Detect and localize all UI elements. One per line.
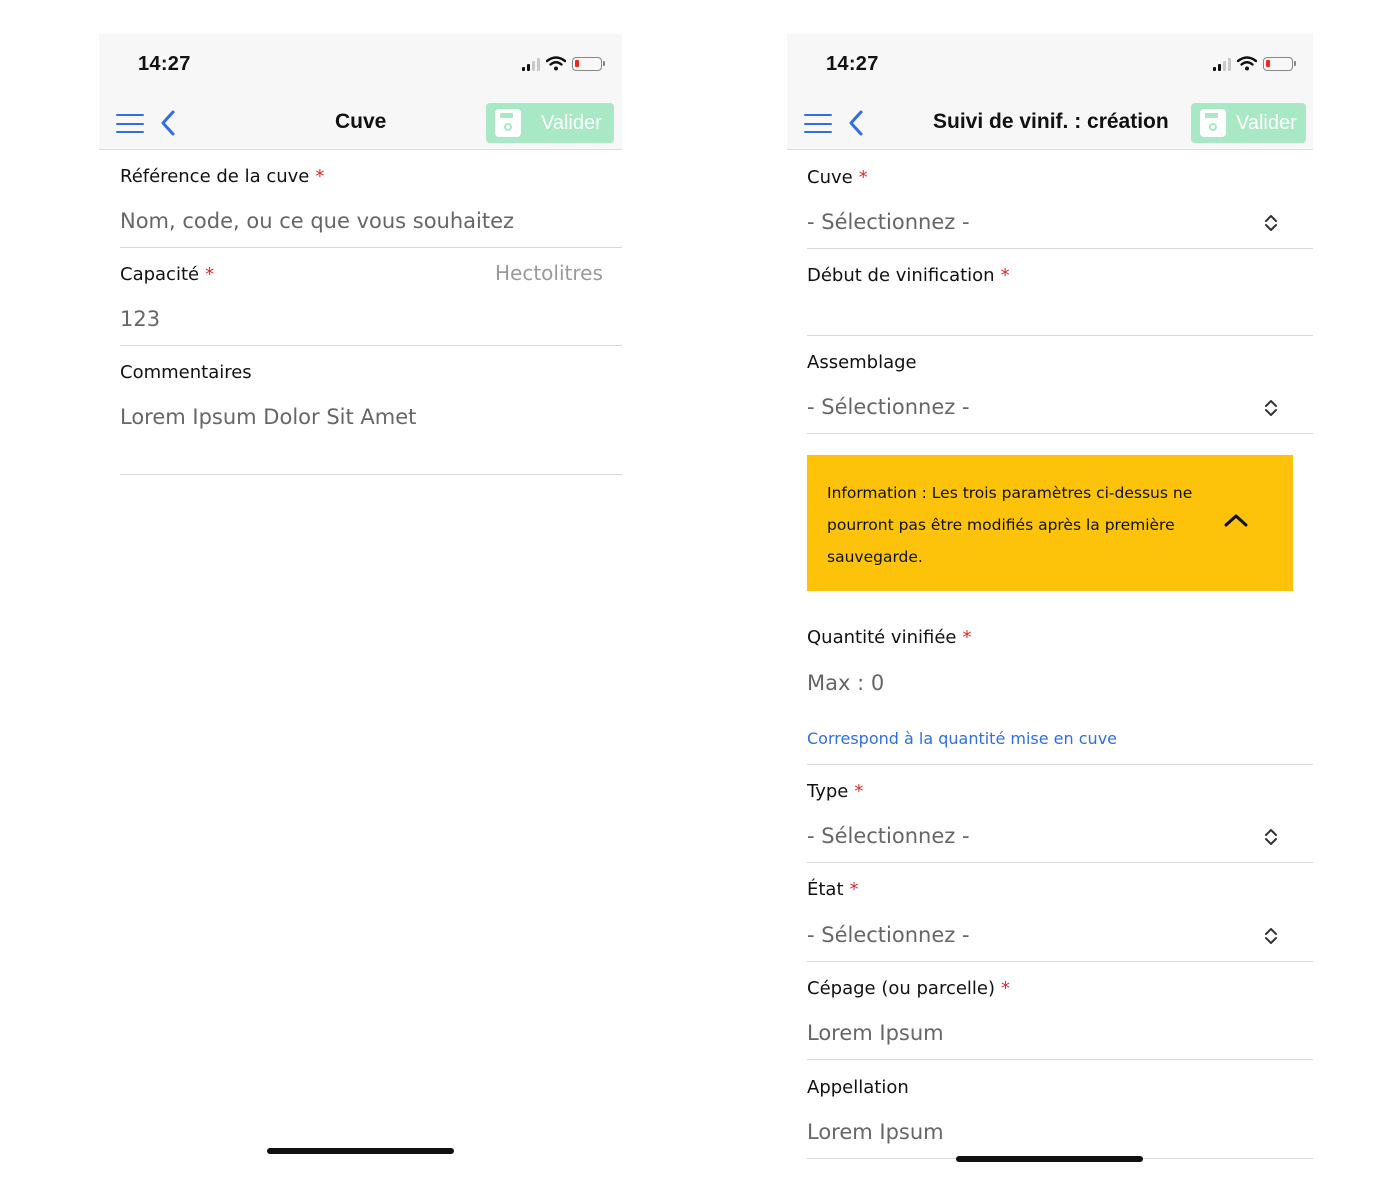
required-mark: * (205, 264, 215, 285)
type-label-text: Type (807, 781, 849, 802)
reference-input[interactable]: Nom, code, ou ce que vous souhaitez (120, 209, 514, 233)
cepage-label: Cépage (ou parcelle) * (807, 978, 1010, 999)
battery-low-icon (1263, 56, 1296, 71)
valider-button[interactable]: Valider (486, 103, 614, 143)
field-divider (120, 345, 622, 346)
info-text: Information : Les trois paramètres ci-de… (827, 484, 1193, 566)
home-indicator (267, 1148, 454, 1154)
field-divider (807, 335, 1313, 336)
assemblage-label: Assemblage (807, 352, 917, 373)
floppy-disk-icon (1200, 109, 1226, 137)
etat-label: État * (807, 879, 859, 900)
quantite-input[interactable]: Max : 0 (807, 671, 884, 695)
chevron-up-icon[interactable] (1223, 512, 1249, 528)
appellation-input[interactable]: Lorem Ipsum (807, 1120, 944, 1144)
status-time: 14:27 (138, 53, 191, 75)
debut-vinification-input[interactable] (807, 298, 1293, 328)
cuve-label-text: Cuve (807, 167, 853, 188)
required-mark: * (1000, 265, 1010, 286)
up-down-chevron-icon[interactable] (1264, 398, 1278, 418)
field-divider (807, 1059, 1313, 1060)
quantite-label-text: Quantité vinifiée (807, 627, 957, 648)
cuve-select[interactable]: - Sélectionnez - (807, 210, 970, 234)
etat-select[interactable]: - Sélectionnez - (807, 923, 970, 947)
cuve-label: Cuve * (807, 167, 868, 188)
phone-screen-suivi-vinif: 14:27 Suivi de vinif. : création Valider… (787, 34, 1313, 1174)
quantite-label: Quantité vinifiée * (807, 627, 971, 648)
commentaires-input[interactable]: Lorem Ipsum Dolor Sit Amet (120, 405, 416, 429)
battery-low-icon (572, 56, 605, 71)
cepage-label-text: Cépage (ou parcelle) (807, 978, 996, 999)
required-mark: * (315, 166, 325, 187)
field-divider (807, 764, 1313, 765)
home-indicator (956, 1156, 1143, 1162)
chevron-left-icon[interactable] (847, 109, 865, 137)
nav-header: 14:27 Cuve Valider (99, 34, 622, 150)
reference-label: Référence de la cuve * (120, 166, 324, 187)
page-title: Suivi de vinif. : création (933, 110, 1169, 133)
type-select[interactable]: - Sélectionnez - (807, 824, 970, 848)
commentaires-label: Commentaires (120, 362, 252, 383)
required-mark: * (858, 167, 868, 188)
debut-label-text: Début de vinification (807, 265, 995, 286)
capacite-input[interactable]: 123 (120, 307, 160, 331)
hamburger-menu-icon[interactable] (804, 114, 832, 133)
phone-screen-cuve: 14:27 Cuve Valider Référence de la cuve *… (99, 34, 622, 1174)
wifi-icon (1237, 56, 1257, 71)
capacite-label: Capacité * (120, 264, 214, 285)
up-down-chevron-icon[interactable] (1264, 926, 1278, 946)
assemblage-select[interactable]: - Sélectionnez - (807, 395, 970, 419)
appellation-label: Appellation (807, 1077, 909, 1098)
info-banner: Information : Les trois paramètres ci-de… (807, 455, 1293, 591)
floppy-disk-icon (495, 109, 521, 137)
cepage-input[interactable]: Lorem Ipsum (807, 1021, 944, 1045)
up-down-chevron-icon[interactable] (1264, 827, 1278, 847)
nav-header: 14:27 Suivi de vinif. : création Valider (787, 34, 1313, 150)
type-label: Type * (807, 781, 863, 802)
valider-button[interactable]: Valider (1191, 103, 1306, 143)
capacite-unit: Hectolitres (495, 261, 603, 285)
field-divider (807, 433, 1313, 434)
valider-label: Valider (1236, 111, 1297, 134)
wifi-icon (546, 56, 566, 71)
cellular-signal-icon (522, 57, 540, 71)
status-icons (522, 56, 605, 71)
field-divider (807, 862, 1313, 863)
required-mark: * (854, 781, 864, 802)
required-mark: * (1001, 978, 1011, 999)
reference-label-text: Référence de la cuve (120, 166, 310, 187)
required-mark: * (962, 627, 972, 648)
field-divider (807, 961, 1313, 962)
chevron-left-icon[interactable] (159, 109, 177, 137)
debut-vinification-label: Début de vinification * (807, 265, 1010, 286)
field-divider (807, 248, 1313, 249)
quantite-hint-link[interactable]: Correspond à la quantité mise en cuve (807, 729, 1117, 748)
valider-label: Valider (541, 111, 602, 134)
hamburger-menu-icon[interactable] (116, 114, 144, 133)
page-title: Cuve (335, 110, 387, 133)
required-mark: * (849, 879, 859, 900)
up-down-chevron-icon[interactable] (1264, 213, 1278, 233)
status-icons (1213, 56, 1296, 71)
field-divider (120, 247, 622, 248)
capacite-label-text: Capacité (120, 264, 200, 285)
cellular-signal-icon (1213, 57, 1231, 71)
etat-label-text: État (807, 879, 844, 900)
field-divider (120, 474, 622, 475)
status-time: 14:27 (826, 53, 879, 75)
